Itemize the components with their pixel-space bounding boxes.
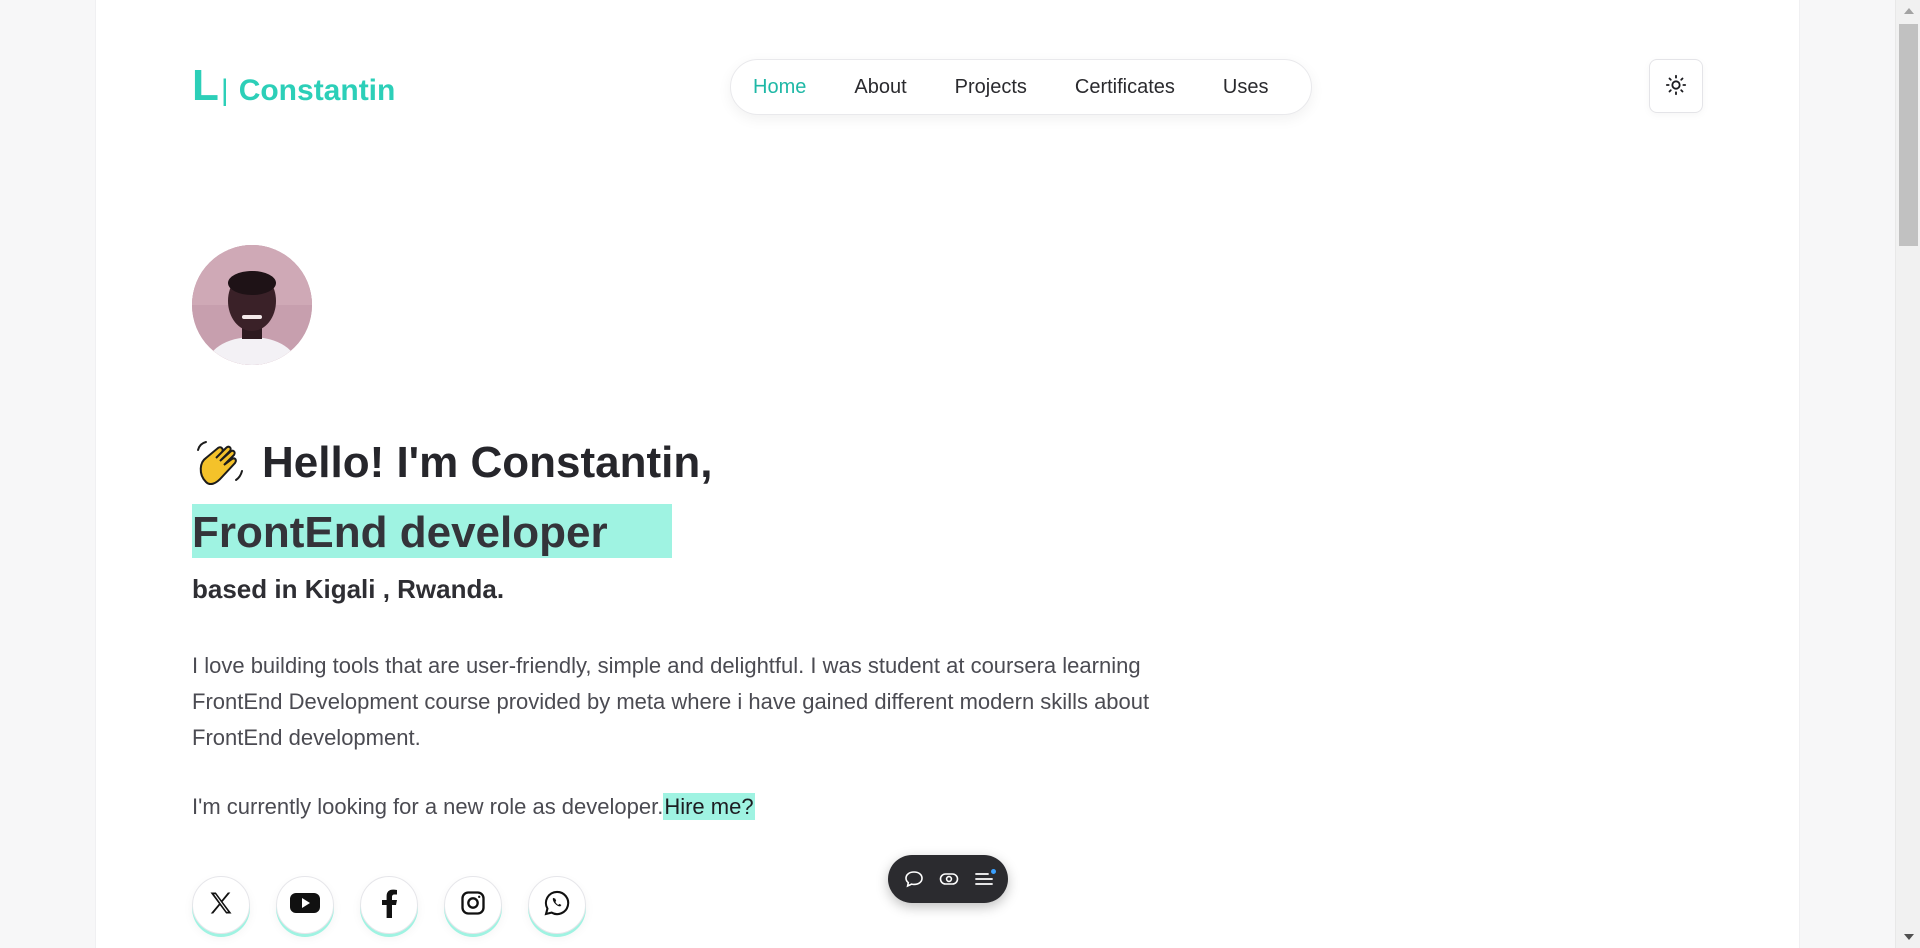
- page-scrollbar[interactable]: [1895, 0, 1920, 948]
- scroll-down-arrow[interactable]: [1904, 934, 1914, 940]
- comment-icon[interactable]: [904, 870, 924, 888]
- job-status-text: I'm currently looking for a new role as …: [192, 794, 664, 819]
- floating-toolbar: [888, 855, 1008, 903]
- x-twitter-link[interactable]: [192, 876, 250, 934]
- site-logo[interactable]: L | Constantin: [192, 64, 395, 108]
- youtube-icon: [290, 892, 320, 919]
- nav-about[interactable]: About: [854, 76, 906, 99]
- nav-uses[interactable]: Uses: [1223, 76, 1269, 99]
- nav-projects[interactable]: Projects: [955, 76, 1027, 99]
- avatar: [192, 245, 312, 365]
- role-highlight: FrontEnd developer: [192, 504, 672, 558]
- page-container: L | Constantin Home About Projects Certi…: [96, 0, 1799, 948]
- main-nav: Home About Projects Certificates Uses: [730, 59, 1312, 115]
- job-status-paragraph: I'm currently looking for a new role as …: [192, 793, 755, 820]
- logo-separator: |: [220, 74, 229, 107]
- bio-paragraph: I love building tools that are user-frie…: [192, 653, 1150, 750]
- youtube-link[interactable]: [276, 876, 334, 934]
- theme-toggle-button[interactable]: [1649, 59, 1703, 113]
- social-links: [192, 876, 612, 934]
- logo-mark: L: [192, 61, 219, 110]
- scroll-thumb[interactable]: [1899, 24, 1918, 246]
- scroll-up-arrow[interactable]: [1904, 8, 1914, 14]
- eye-icon[interactable]: [939, 871, 959, 887]
- hire-me-link[interactable]: Hire me?: [663, 793, 755, 820]
- waving-hand-icon: [192, 436, 246, 490]
- facebook-link[interactable]: [360, 876, 418, 934]
- sun-icon: [1665, 74, 1687, 99]
- facebook-icon: [380, 888, 398, 923]
- nav-home[interactable]: Home: [753, 76, 806, 99]
- instagram-icon: [459, 889, 487, 922]
- menu-icon[interactable]: [974, 869, 996, 887]
- instagram-link[interactable]: [444, 876, 502, 934]
- whatsapp-icon: [543, 889, 571, 922]
- x-twitter-icon: [207, 889, 235, 922]
- whatsapp-link[interactable]: [528, 876, 586, 934]
- role-heading: FrontEnd developer: [192, 508, 608, 557]
- notification-dot: [990, 869, 996, 874]
- location-text: based in Kigali , Rwanda.: [192, 574, 505, 604]
- greeting-text: Hello! I'm Constantin,: [262, 438, 713, 487]
- greeting-heading: Hello! I'm Constantin,: [192, 436, 712, 490]
- nav-certificates[interactable]: Certificates: [1075, 76, 1175, 99]
- logo-name: Constantin: [238, 74, 396, 107]
